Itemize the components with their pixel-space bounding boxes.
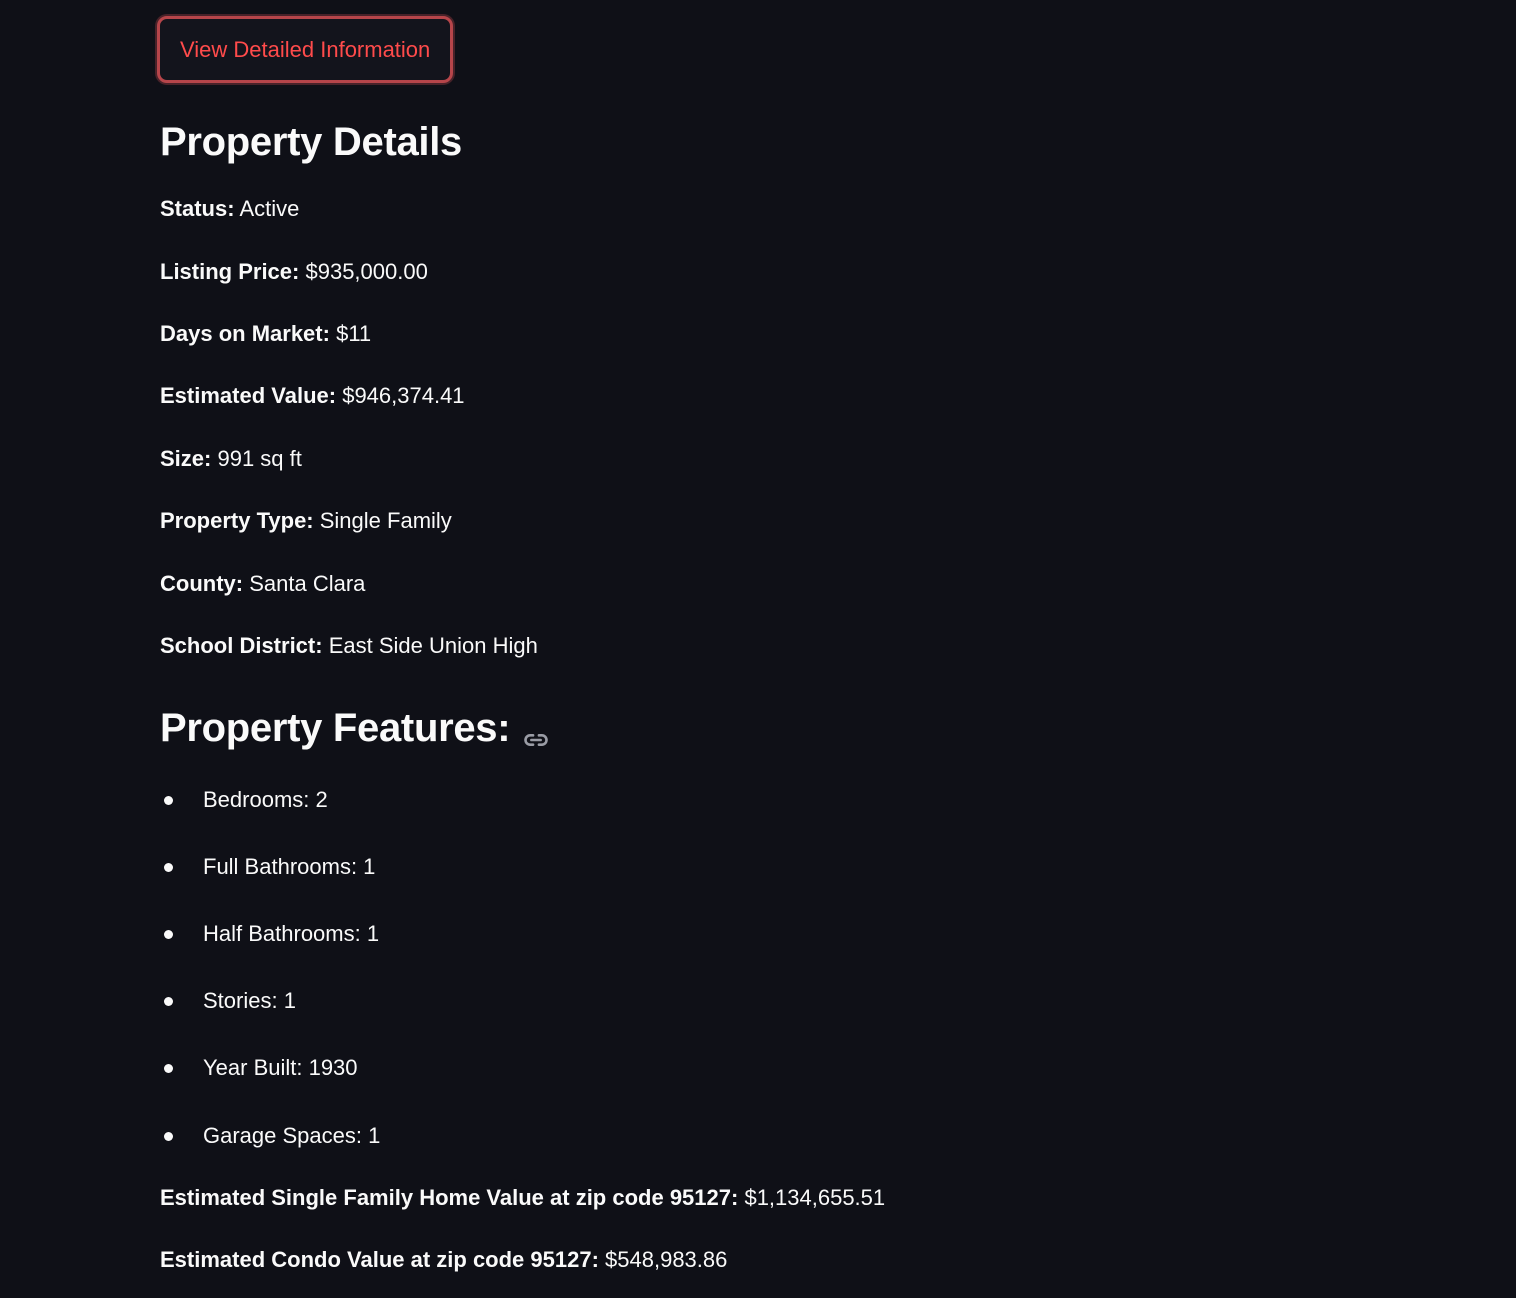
feature-text: Half Bathrooms: 1 [203, 921, 380, 946]
estimate-single-family: Estimated Single Family Home Value at zi… [160, 1183, 885, 1213]
bullet-dot [164, 1132, 173, 1141]
view-detailed-information-button[interactable]: View Detailed Information [157, 16, 454, 83]
bullet-dot [164, 930, 173, 939]
property-details-heading: Property Details [160, 120, 462, 164]
detail-value: Santa Clara [249, 571, 366, 596]
feature-text: Full Bathrooms: 1 [203, 854, 376, 879]
detail-row-county: County: Santa Clara [160, 569, 365, 599]
estimate-key: Estimated Condo Value at zip code 95127: [160, 1247, 599, 1272]
bullet-dot [164, 863, 173, 872]
detail-key: Size: [160, 446, 212, 471]
feature-text: Stories: 1 [203, 988, 296, 1013]
detail-key: Property Type: [160, 508, 314, 533]
property-features-header: Property Features: [160, 704, 550, 752]
bullet-dot [164, 1064, 173, 1073]
detail-row-listing-price: Listing Price: $935,000.00 [160, 257, 428, 287]
property-features-heading: Property Features: [160, 706, 511, 750]
detail-value: Single Family [319, 508, 452, 533]
detail-row-property-type: Property Type: Single Family [160, 506, 452, 536]
detail-key: Listing Price: [160, 259, 300, 284]
page: View Detailed Information Property Detai… [0, 0, 1516, 1298]
detail-row-school-district: School District: East Side Union High [160, 631, 538, 661]
bullet-dot [164, 796, 173, 805]
detail-key: Estimated Value: [160, 383, 337, 408]
detail-key: Days on Market: [160, 321, 330, 346]
estimate-condo: Estimated Condo Value at zip code 95127:… [160, 1245, 727, 1275]
detail-value: Active [239, 196, 300, 221]
detail-key: School District: [160, 633, 323, 658]
estimate-key: Estimated Single Family Home Value at zi… [160, 1185, 739, 1210]
detail-key: County: [160, 571, 244, 596]
detail-key: Status: [160, 196, 235, 221]
detail-value: $935,000.00 [305, 259, 428, 284]
feature-text: Garage Spaces: 1 [203, 1123, 381, 1148]
link-icon[interactable] [522, 717, 550, 746]
detail-row-estimated-value: Estimated Value: $946,374.41 [160, 381, 465, 411]
detail-value: $946,374.41 [342, 383, 465, 408]
bullet-dot [164, 997, 173, 1006]
detail-row-status: Status: Active [160, 194, 299, 224]
feature-text: Year Built: 1930 [203, 1055, 358, 1080]
detail-row-size: Size: 991 sq ft [160, 444, 302, 474]
detail-value: $11 [336, 321, 372, 346]
estimate-value: $1,134,655.51 [744, 1185, 886, 1210]
detail-row-days-on-market: Days on Market: $11 [160, 319, 371, 349]
detail-value: 991 sq ft [217, 446, 302, 471]
estimate-value: $548,983.86 [605, 1247, 728, 1272]
feature-text: Bedrooms: 2 [203, 787, 328, 812]
detail-value: East Side Union High [328, 633, 538, 658]
